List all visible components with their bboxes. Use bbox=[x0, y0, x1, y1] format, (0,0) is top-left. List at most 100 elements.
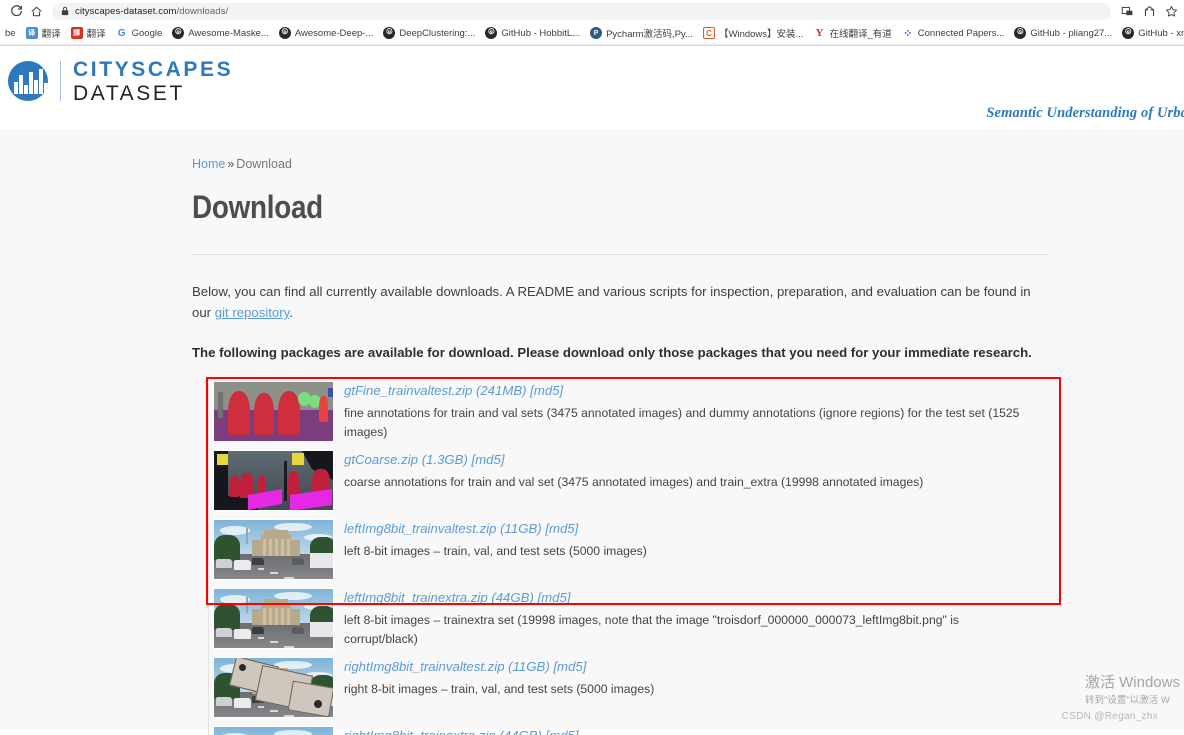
download-text: gtCoarse.zip (1.3GB) [md5] coarse annotat… bbox=[344, 450, 1048, 492]
bookmark-item[interactable]: 译翻译 bbox=[21, 24, 66, 42]
bookmark-item[interactable]: 譯翻译 bbox=[66, 24, 111, 42]
coarse-annotation-thumbnail[interactable] bbox=[213, 450, 334, 512]
site-logo[interactable]: CITYSCAPES DATASET bbox=[8, 58, 233, 104]
cityscapes-logo-icon bbox=[8, 61, 48, 101]
logo-wordmark: CITYSCAPES DATASET bbox=[73, 58, 233, 104]
share-icon[interactable] bbox=[1143, 5, 1156, 18]
github-icon: ⌾ bbox=[1014, 27, 1027, 39]
github-icon: ⌾ bbox=[1122, 27, 1135, 39]
bookmark-item[interactable]: ⌾ Awesome-Maske... bbox=[167, 25, 274, 41]
downloads-area: gtFine_trainvaltest.zip (241MB) [md5] fin… bbox=[192, 377, 1061, 735]
bookmark-item[interactable]: C 【Windows】安装... bbox=[698, 24, 808, 42]
download-item: leftImg8bit_trainextra.zip (44GB) [md5] l… bbox=[209, 584, 1048, 653]
windows-watermark-line1: 激活 Windows bbox=[1084, 674, 1180, 692]
bookmark-item[interactable]: G Google bbox=[111, 25, 168, 41]
download-text: leftImg8bit_trainvaltest.zip (11GB) [md5… bbox=[344, 519, 1048, 561]
logo-line-2: DATASET bbox=[73, 82, 185, 105]
github-icon: ⌾ bbox=[485, 27, 498, 39]
download-text: rightImg8bit_trainextra.zip (44GB) [md5] bbox=[344, 726, 1048, 735]
windows-activation-watermark: 激活 Windows 转到"设置"以激活 W bbox=[1085, 674, 1180, 707]
title-divider bbox=[192, 254, 1048, 255]
download-item: gtFine_trainvaltest.zip (241MB) [md5] fin… bbox=[209, 377, 1048, 446]
logo-divider bbox=[60, 61, 61, 101]
reload-icon[interactable] bbox=[6, 2, 26, 20]
logo-line-1: CITYSCAPES bbox=[73, 58, 234, 81]
download-item: leftImg8bit_trainvaltest.zip (11GB) [md5… bbox=[209, 515, 1048, 584]
bookmark-item[interactable]: ⌾ GitHub - HobbitL... bbox=[480, 25, 585, 41]
brandenburg-gate-street-thumbnail[interactable] bbox=[213, 519, 334, 581]
intro-paragraph: Below, you can find all currently availa… bbox=[192, 281, 1048, 323]
bookmark-item[interactable]: ⌾ GitHub - pliang27... bbox=[1009, 25, 1117, 41]
packages-note: The following packages are available for… bbox=[192, 345, 1032, 361]
lock-icon bbox=[61, 6, 69, 16]
home-icon[interactable] bbox=[26, 2, 46, 20]
bookmark-label: be bbox=[5, 27, 16, 39]
pycharm-icon: P bbox=[590, 27, 603, 39]
rectified-overlay-thumbnail[interactable] bbox=[213, 657, 334, 719]
github-icon: ⌾ bbox=[383, 27, 396, 39]
partial-thumbnail[interactable] bbox=[213, 726, 334, 735]
downloads-list: gtFine_trainvaltest.zip (241MB) [md5] fin… bbox=[208, 377, 1048, 735]
download-item: gtCoarse.zip (1.3GB) [md5] coarse annotat… bbox=[209, 446, 1048, 515]
page-body: Home» Download Download Below, you can fi… bbox=[0, 129, 1184, 735]
url-text: cityscapes-dataset.com/downloads/ bbox=[75, 5, 229, 17]
bookmark-item[interactable]: be bbox=[0, 26, 21, 41]
youdao-icon: Y bbox=[815, 27, 824, 39]
download-description: fine annotations for train and val sets … bbox=[344, 406, 1020, 439]
download-description: left 8-bit images – trainextra set (1999… bbox=[344, 613, 960, 646]
bookmark-item[interactable]: ⌾ DeepClustering:... bbox=[378, 25, 480, 41]
windows-watermark-line2: 转到"设置"以激活 W bbox=[1084, 695, 1170, 707]
bookmark-label: Connected Papers... bbox=[917, 27, 1005, 39]
address-bar[interactable]: cityscapes-dataset.com/downloads/ bbox=[52, 2, 1111, 20]
download-link[interactable]: rightImg8bit_trainvaltest.zip (11GB) [md… bbox=[344, 658, 1048, 675]
download-description: coarse annotations for train and val set… bbox=[344, 475, 924, 490]
breadcrumb-home-link[interactable]: Home bbox=[192, 157, 225, 171]
github-icon: ⌾ bbox=[278, 27, 291, 39]
bookmark-label: 翻译 bbox=[86, 29, 106, 40]
bookmark-label: Google bbox=[131, 27, 163, 39]
bookmarks-bar: be 译翻译譯翻译 G Google ⌾ Awesome-Maske... ⌾ Awesome… bbox=[0, 22, 1184, 45]
bookmark-label: Awesome-Maske... bbox=[188, 27, 269, 39]
brandenburg-gate-street-thumbnail[interactable] bbox=[213, 588, 334, 650]
bookmark-item[interactable]: Y 在线翻译_有道 bbox=[808, 24, 896, 42]
bookmark-label: 在线翻译_有道 bbox=[829, 29, 892, 40]
git-repository-link[interactable]: git repository bbox=[215, 305, 290, 320]
intro-text-part2: . bbox=[289, 305, 293, 321]
download-item: rightImg8bit_trainvaltest.zip (11GB) [md… bbox=[209, 653, 1048, 722]
bookmark-item[interactable]: ⌾GitHub - xmu-xia... bbox=[1117, 25, 1184, 41]
bookmark-label: Awesome-Deep-... bbox=[294, 27, 374, 39]
download-link[interactable]: rightImg8bit_trainextra.zip (44GB) [md5] bbox=[344, 727, 1048, 735]
csdn-icon: C bbox=[703, 27, 715, 39]
bookmark-label: GitHub - xmu-xia... bbox=[1138, 27, 1184, 39]
bookmark-item[interactable]: P Pycharm激活码,Py... bbox=[585, 24, 698, 42]
fine-annotation-pedestrians-thumbnail[interactable] bbox=[213, 381, 334, 443]
download-link[interactable]: gtFine_trainvaltest.zip (241MB) [md5] bbox=[344, 382, 1048, 399]
bookmark-label: Pycharm激活码,Py... bbox=[606, 29, 693, 40]
browser-toolbar: cityscapes-dataset.com/downloads/ bbox=[0, 0, 1184, 22]
csdn-watermark: CSDN @Regan_zhx bbox=[1061, 711, 1158, 722]
translate-icon-2: 譯 bbox=[70, 27, 83, 39]
picture-in-picture-icon[interactable] bbox=[1121, 5, 1134, 18]
translate-icon: 译 bbox=[25, 27, 38, 39]
bookmark-label: DeepClustering:... bbox=[399, 27, 476, 39]
star-icon[interactable] bbox=[1165, 5, 1178, 18]
download-link[interactable]: gtCoarse.zip (1.3GB) [md5] bbox=[344, 451, 1048, 468]
browser-action-icons bbox=[1117, 5, 1178, 18]
download-text: leftImg8bit_trainextra.zip (44GB) [md5] l… bbox=[344, 588, 1048, 648]
content-column: Home» Download Download Below, you can fi… bbox=[192, 129, 1061, 735]
bookmark-label: 【Windows】安装... bbox=[719, 29, 804, 40]
breadcrumb-separator: » bbox=[227, 157, 235, 171]
github-icon: ⌾ bbox=[172, 27, 185, 39]
breadcrumb-current: Download bbox=[236, 157, 292, 171]
intro-text-part1: Below, you can find all currently availa… bbox=[192, 284, 1031, 321]
bookmark-item[interactable]: ⌾ Awesome-Deep-... bbox=[274, 25, 379, 41]
bookmark-label: 翻译 bbox=[41, 29, 61, 40]
download-link[interactable]: leftImg8bit_trainextra.zip (44GB) [md5] bbox=[344, 589, 1048, 606]
site-header: CITYSCAPES DATASET Semantic Understandin… bbox=[0, 45, 1184, 181]
bookmark-item[interactable]: ⁘ Connected Papers... bbox=[897, 25, 1010, 41]
download-text: gtFine_trainvaltest.zip (241MB) [md5] fin… bbox=[344, 381, 1048, 441]
site-tagline: Semantic Understanding of Urba bbox=[986, 105, 1184, 121]
download-description: right 8-bit images – train, val, and tes… bbox=[344, 682, 655, 697]
download-description: left 8-bit images – train, val, and test… bbox=[344, 544, 647, 559]
download-link[interactable]: leftImg8bit_trainvaltest.zip (11GB) [md5… bbox=[344, 520, 1048, 537]
